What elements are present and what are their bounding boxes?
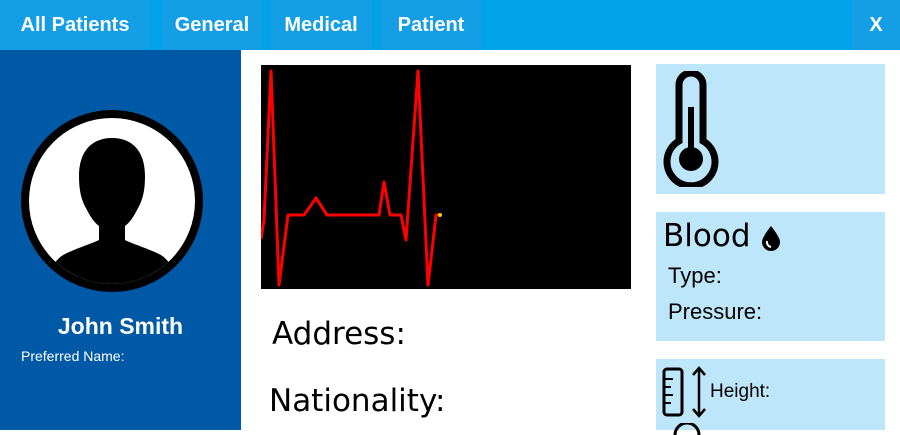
tab-general[interactable]: General (162, 0, 262, 50)
address-label: Address: (272, 316, 406, 352)
close-button[interactable]: X (852, 0, 900, 50)
blood-title: Blood (663, 218, 751, 254)
height-panel: Height: (656, 359, 885, 435)
vertical-arrow-icon (692, 366, 706, 418)
ecg-monitor (261, 65, 631, 289)
thermometer-icon (663, 71, 719, 187)
tab-all-patients[interactable]: All Patients (0, 0, 150, 50)
height-label: Height: (710, 381, 771, 402)
weight-scale-icon (673, 423, 701, 435)
top-nav-bar: All Patients General Medical Patient X (0, 0, 900, 50)
patient-sidebar: John Smith Preferred Name: (0, 50, 241, 430)
temperature-panel (656, 64, 885, 194)
tab-medical[interactable]: Medical (270, 0, 372, 50)
preferred-name-label: Preferred Name: (21, 348, 125, 364)
blood-panel: Blood Type: Pressure: (656, 212, 885, 341)
tab-patient[interactable]: Patient (381, 0, 481, 50)
blood-type-label: Type: (668, 263, 722, 288)
nationality-label: Nationality: (269, 383, 446, 419)
avatar (21, 110, 203, 292)
patient-name: John Smith (57, 313, 184, 339)
blood-drop-icon (762, 226, 780, 251)
blood-pressure-label: Pressure: (668, 299, 763, 324)
ruler-icon (662, 367, 684, 417)
